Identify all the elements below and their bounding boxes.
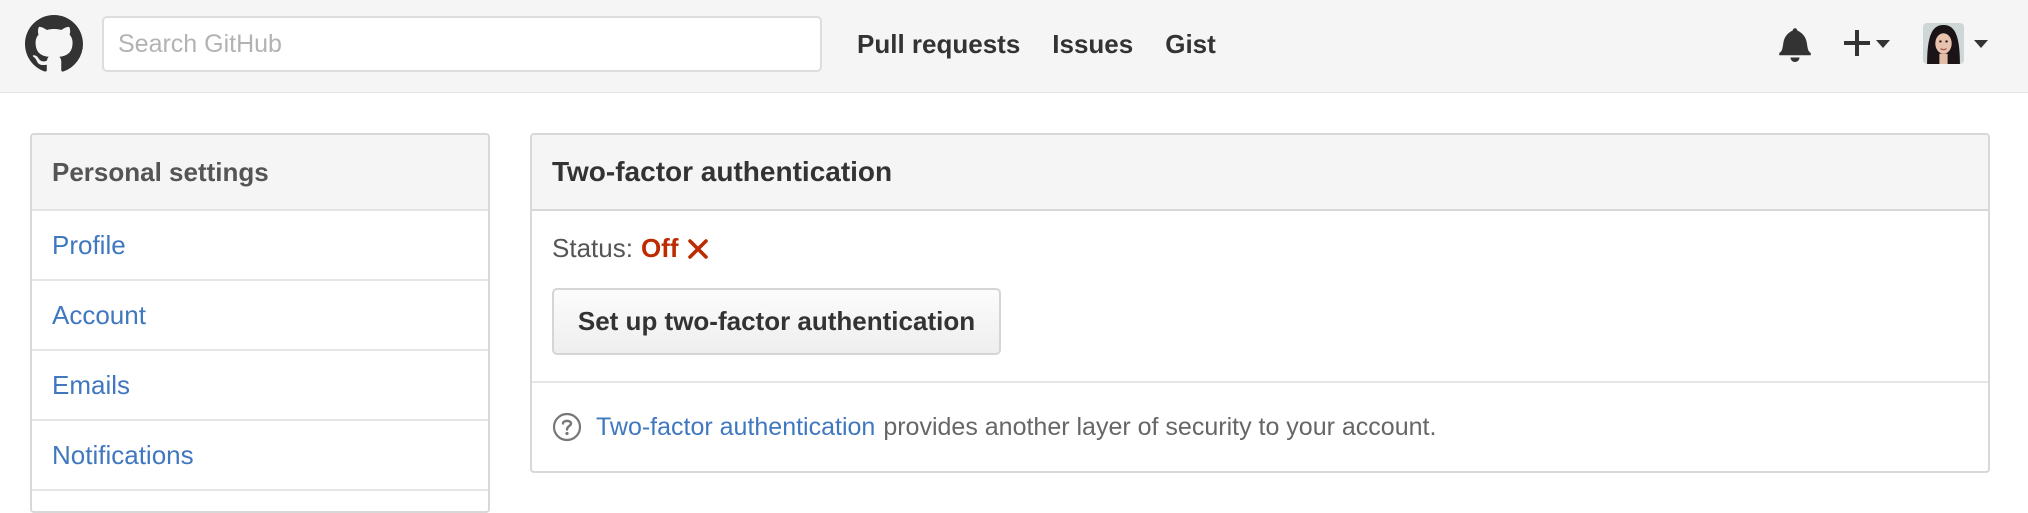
sidebar-item-emails[interactable]: Emails — [32, 351, 488, 421]
plus-icon — [1844, 30, 1870, 56]
sidebar-item-profile[interactable]: Profile — [32, 211, 488, 281]
create-new-menu[interactable] — [1842, 24, 1898, 62]
chevron-down-icon — [1876, 40, 1890, 48]
sidebar-item-notifications[interactable]: Notifications — [32, 421, 488, 491]
status-label: Status: — [552, 233, 633, 263]
status-line: Status: Off — [552, 233, 710, 264]
chevron-down-icon — [1974, 40, 1988, 48]
settings-sidebar: Personal settings Profile Account Emails… — [30, 133, 490, 513]
question-circle-icon — [552, 412, 582, 442]
status-value: Off — [640, 233, 679, 263]
avatar — [1923, 23, 1964, 64]
main-nav: Pull requests Issues Gist — [857, 0, 1248, 88]
x-icon — [688, 238, 709, 259]
panel-title: Two-factor authentication — [532, 135, 1988, 211]
github-logo-icon[interactable] — [25, 15, 83, 73]
sidebar-item-account[interactable]: Account — [32, 281, 488, 351]
help-text: provides another layer of security to yo… — [883, 412, 1437, 441]
top-header: Pull requests Issues Gist — [0, 0, 2028, 93]
search-input[interactable] — [102, 16, 822, 72]
bell-icon[interactable] — [1778, 26, 1812, 62]
two-factor-help-link[interactable]: Two-factor authentication — [596, 413, 875, 442]
nav-pull-requests[interactable]: Pull requests — [857, 29, 1020, 60]
help-note: Two-factor authentication provides anoth… — [532, 383, 1988, 471]
nav-gist[interactable]: Gist — [1165, 29, 1216, 60]
nav-issues[interactable]: Issues — [1052, 29, 1133, 60]
setup-two-factor-button[interactable]: Set up two-factor authentication — [552, 288, 1001, 355]
user-menu[interactable] — [1921, 21, 1991, 67]
panel-body: Status: Off Set up two-factor authentica… — [532, 211, 1988, 383]
two-factor-panel: Two-factor authentication Status: Off Se… — [530, 133, 1990, 473]
sidebar-title: Personal settings — [32, 135, 488, 211]
